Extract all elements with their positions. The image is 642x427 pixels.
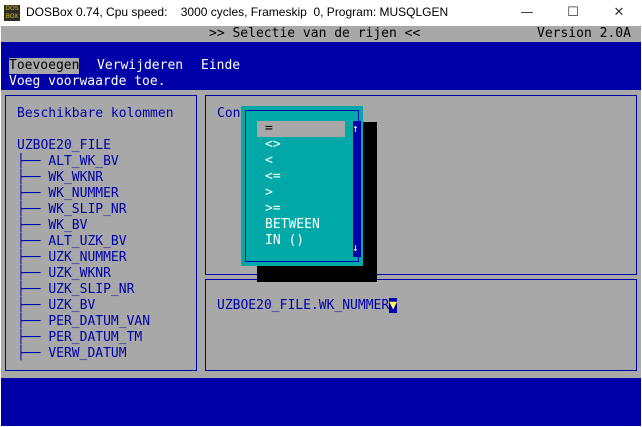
tree-branch: ├── bbox=[17, 186, 41, 201]
operator-dropdown[interactable]: = <> < <= > >= BETWEEN IN () ↑ ↓ bbox=[241, 106, 363, 266]
operator-option[interactable]: >= bbox=[265, 201, 281, 217]
dropdown-scrollbar[interactable]: ↑ ↓ bbox=[352, 121, 361, 257]
scroll-down-icon[interactable]: ↓ bbox=[352, 240, 359, 256]
operator-option[interactable]: IN () bbox=[265, 233, 304, 249]
tree-branch: ├── bbox=[17, 250, 41, 265]
tree-branch: ├── bbox=[17, 330, 41, 345]
operator-option[interactable]: BETWEEN bbox=[265, 217, 320, 233]
tree-row[interactable]: ├── PER_DATUM_TM bbox=[17, 330, 150, 346]
available-columns-title: Beschikbare kolommen bbox=[17, 106, 174, 121]
column-item: ALT_UZK_BV bbox=[48, 234, 127, 249]
version-label: Version 2.0A bbox=[537, 26, 631, 41]
available-columns-panel: Beschikbare kolommen UZBOE20_FILE ├── AL… bbox=[1, 90, 201, 378]
window-title: DOSBox 0.74, Cpu speed: 3000 cycles, Fra… bbox=[26, 5, 449, 19]
column-item: WK_NUMMER bbox=[48, 186, 119, 201]
tree-branch: ├── bbox=[17, 154, 41, 169]
text-cursor: ▼ bbox=[389, 298, 398, 313]
maximize-button[interactable]: ☐ bbox=[550, 0, 596, 26]
column-item: UZK_NUMMER bbox=[48, 250, 127, 265]
tree-branch: ├── bbox=[17, 266, 41, 281]
column-item: VERW_DATUM bbox=[48, 346, 127, 361]
tree-branch: ├── bbox=[17, 170, 41, 185]
column-item: WK_WKNR bbox=[48, 170, 104, 185]
column-item: ALT_WK_BV bbox=[48, 154, 119, 169]
tree-row[interactable]: ├── WK_SLIP_NR bbox=[17, 202, 150, 218]
expression-text: UZBOE20_FILE.WK_NUMMER bbox=[217, 298, 390, 313]
header-bar: >> Selectie van de rijen << Version 2.0A bbox=[1, 26, 641, 42]
menu-item-einde[interactable]: Einde bbox=[201, 58, 240, 74]
tree-row[interactable]: ├── VERW_DATUM bbox=[17, 346, 150, 362]
tree-row[interactable]: ├── UZK_WKNR bbox=[17, 266, 150, 282]
tree-row[interactable]: ├── ALT_WK_BV bbox=[17, 154, 150, 170]
dos-screen[interactable]: >> Selectie van de rijen << Version 2.0A… bbox=[1, 26, 641, 426]
operator-option[interactable]: = bbox=[265, 121, 273, 137]
column-tree: ├── ALT_WK_BV ├── WK_WKNR ├── WK_NUMMER … bbox=[17, 154, 150, 362]
tree-branch: ├── bbox=[17, 346, 41, 361]
tree-row[interactable]: ├── UZK_BV bbox=[17, 298, 150, 314]
window-title-bar[interactable]: DOS BOX DOSBox 0.74, Cpu speed: 3000 cyc… bbox=[0, 0, 642, 27]
column-item: PER_DATUM_VAN bbox=[48, 314, 151, 329]
tree-row[interactable]: ├── PER_DATUM_VAN bbox=[17, 314, 150, 330]
column-item: PER_DATUM_TM bbox=[48, 330, 143, 345]
dosbox-app-icon: DOS BOX bbox=[4, 5, 20, 21]
operator-option[interactable]: <= bbox=[265, 169, 281, 185]
close-button[interactable]: ✕ bbox=[596, 0, 642, 26]
tree-row[interactable]: ├── WK_BV bbox=[17, 218, 150, 234]
menu-item-toevoegen[interactable]: Toevoegen bbox=[9, 58, 80, 74]
scroll-up-icon[interactable]: ↑ bbox=[352, 121, 359, 137]
menu-item-verwijderen[interactable]: Verwijderen bbox=[97, 58, 183, 74]
tree-branch: ├── bbox=[17, 314, 41, 329]
tree-row[interactable]: ├── UZK_SLIP_NR bbox=[17, 282, 150, 298]
column-item: UZK_BV bbox=[48, 298, 96, 313]
column-item: UZK_WKNR bbox=[48, 266, 111, 281]
conditions-title: Con bbox=[217, 106, 241, 121]
operator-option[interactable]: > bbox=[265, 185, 273, 201]
table-node[interactable]: UZBOE20_FILE bbox=[17, 138, 111, 154]
column-item: UZK_SLIP_NR bbox=[48, 282, 135, 297]
screen-title: >> Selectie van de rijen << bbox=[209, 26, 421, 41]
tree-branch: ├── bbox=[17, 282, 41, 297]
tree-row[interactable]: ├── UZK_NUMMER bbox=[17, 250, 150, 266]
tree-row[interactable]: ├── ALT_UZK_BV bbox=[17, 234, 150, 250]
operator-option[interactable]: < bbox=[265, 153, 273, 169]
column-item: WK_BV bbox=[48, 218, 88, 233]
menu-hint: Voeg voorwaarde toe. bbox=[9, 74, 166, 89]
expression-frame bbox=[205, 279, 637, 371]
operator-option[interactable]: <> bbox=[265, 137, 281, 153]
menu-bar: Toevoegen Verwijderen Einde Voeg voorwaa… bbox=[1, 58, 641, 90]
column-item: WK_SLIP_NR bbox=[48, 202, 127, 217]
expression-field[interactable]: UZBOE20_FILE.WK_NUMMER▼ bbox=[217, 298, 398, 314]
tree-branch: ├── bbox=[17, 202, 41, 217]
tree-row[interactable]: ├── WK_NUMMER bbox=[17, 186, 150, 202]
minimize-button[interactable]: — bbox=[504, 0, 550, 26]
tree-row[interactable]: ├── WK_WKNR bbox=[17, 170, 150, 186]
tree-branch: ├── bbox=[17, 298, 41, 313]
tree-branch: ├── bbox=[17, 234, 41, 249]
tree-branch: ├── bbox=[17, 218, 41, 233]
